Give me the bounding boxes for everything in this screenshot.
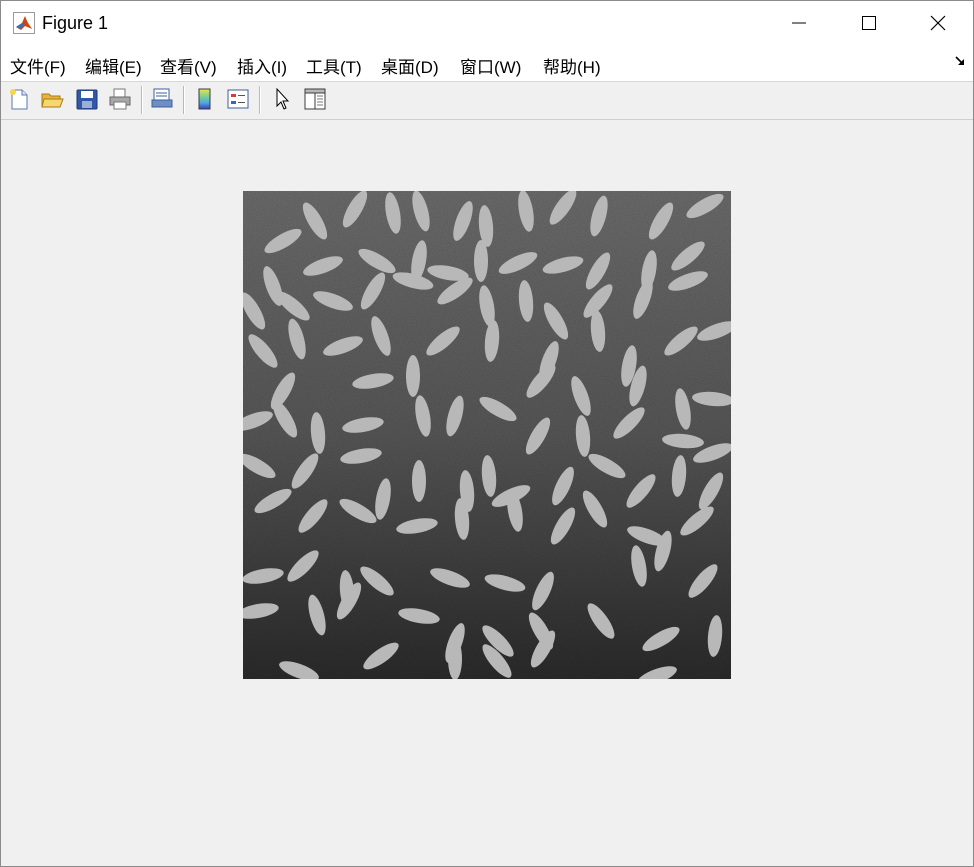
open-file-icon: [41, 93, 64, 108]
minimize-icon: [792, 22, 806, 24]
toolbar-separator: [183, 86, 185, 114]
rice-grain: [406, 355, 420, 397]
save-figure-icon: [76, 89, 98, 110]
print-figure-button[interactable]: [107, 85, 133, 113]
figure-toolbar: [1, 82, 973, 120]
maximize-button[interactable]: [834, 1, 904, 45]
title-bar[interactable]: Figure 1: [1, 1, 973, 45]
rice-image[interactable]: [243, 191, 731, 679]
rice-grain: [474, 240, 488, 282]
menu-tools[interactable]: 工具(T): [306, 53, 362, 78]
menu-help[interactable]: 帮助(H): [543, 53, 601, 78]
matlab-icon: [13, 12, 35, 34]
menu-file[interactable]: 文件(F): [10, 53, 66, 78]
menu-insert[interactable]: 插入(I): [237, 53, 287, 78]
close-icon: [930, 15, 946, 31]
close-button[interactable]: [903, 1, 973, 45]
insert-colorbar-button[interactable]: [192, 85, 218, 113]
maximize-icon: [862, 16, 876, 30]
menu-desktop[interactable]: 桌面(D): [381, 53, 439, 78]
toolbar-separator: [259, 86, 261, 114]
save-figure-button[interactable]: [74, 85, 100, 113]
edit-plot-button[interactable]: [269, 85, 295, 113]
new-figure-icon: [10, 89, 28, 110]
window-title: Figure 1: [42, 13, 109, 33]
minimize-button[interactable]: [764, 1, 834, 45]
rice-grain: [448, 638, 462, 679]
property-inspector-button[interactable]: [302, 85, 328, 113]
toolbar-separator: [141, 86, 143, 114]
rice-grain: [412, 460, 426, 502]
menu-window[interactable]: 窗口(W): [460, 53, 521, 78]
print-figure-icon: [109, 88, 131, 110]
edit-plot-icon: [276, 87, 290, 110]
link-plot-button[interactable]: [149, 85, 175, 113]
insert-legend-button[interactable]: [225, 85, 251, 113]
new-figure-button[interactable]: [6, 85, 32, 113]
menu-bar: 文件(F) 编辑(E) 查看(V) 插入(I) 工具(T) 桌面(D) 窗口(W…: [1, 45, 973, 82]
open-file-button[interactable]: [39, 85, 65, 113]
menu-edit[interactable]: 编辑(E): [85, 53, 142, 78]
link-plot-icon: [151, 88, 173, 108]
dock-arrow-icon[interactable]: [955, 55, 967, 67]
figure-window: Figure 1 文件(F) 编辑(E) 查看(V) 插入(I) 工具(T) 桌…: [0, 0, 974, 867]
menu-view[interactable]: 查看(V): [160, 53, 217, 78]
property-inspector-icon: [304, 88, 326, 110]
insert-legend-icon: [227, 89, 249, 109]
insert-colorbar-icon: [198, 88, 211, 110]
figure-canvas[interactable]: [1, 120, 973, 866]
